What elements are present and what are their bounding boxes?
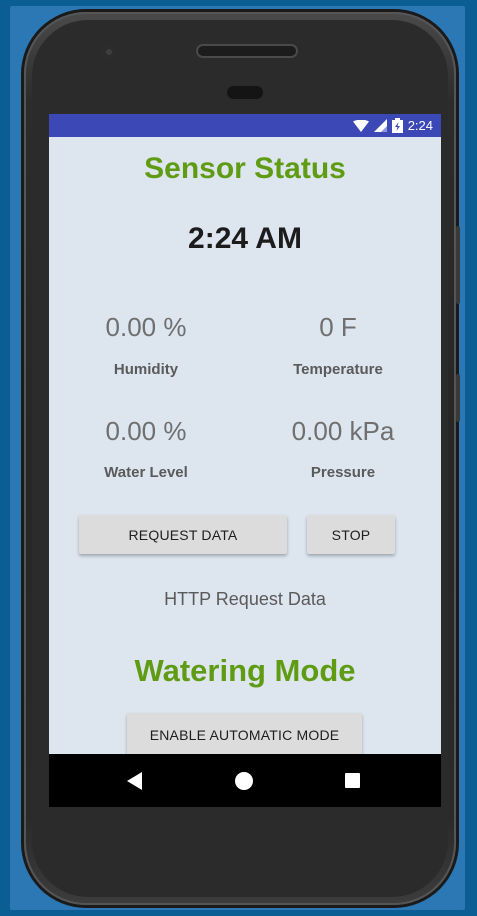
phone-screen: 2:24 Sensor Status 2:24 AM 0.00 % Humidi…: [49, 114, 441, 807]
front-camera-icon: [103, 46, 115, 58]
stop-button[interactable]: STOP: [307, 515, 395, 554]
request-data-button[interactable]: REQUEST DATA: [79, 515, 287, 554]
power-button[interactable]: [456, 374, 460, 422]
watering-mode-heading: Watering Mode: [134, 653, 356, 688]
pressure-label: Pressure: [310, 464, 376, 481]
pressure-value: 0.00 kPa: [291, 416, 395, 446]
http-request-data-text: HTTP Request Data: [164, 589, 326, 609]
earpiece-speaker: [198, 46, 296, 56]
emulator-window: 2:24 Sensor Status 2:24 AM 0.00 % Humidi…: [0, 0, 477, 916]
status-time: 2:24: [407, 118, 433, 133]
current-time: 2:24 AM: [188, 222, 302, 255]
enable-automatic-mode-button[interactable]: ENABLE AUTOMATIC MODE: [127, 713, 362, 757]
battery-charging-icon: [391, 118, 403, 133]
recents-icon[interactable]: [345, 773, 360, 788]
temperature-value: 0 F: [319, 312, 357, 342]
humidity-label: Humidity: [113, 361, 179, 378]
temperature-label: Temperature: [293, 361, 383, 378]
home-icon[interactable]: [235, 772, 253, 790]
volume-button[interactable]: [456, 226, 460, 304]
cell-signal-icon: [373, 119, 387, 132]
water-level-label: Water Level: [104, 464, 188, 481]
proximity-sensor: [227, 86, 263, 99]
sensor-status-heading: Sensor Status: [144, 152, 346, 185]
water-level-value: 0.00 %: [105, 416, 187, 446]
wifi-icon: [352, 119, 369, 132]
status-bar: 2:24: [49, 114, 441, 137]
back-icon[interactable]: [127, 772, 142, 790]
humidity-value: 0.00 %: [105, 312, 187, 342]
navigation-bar: [49, 754, 441, 807]
